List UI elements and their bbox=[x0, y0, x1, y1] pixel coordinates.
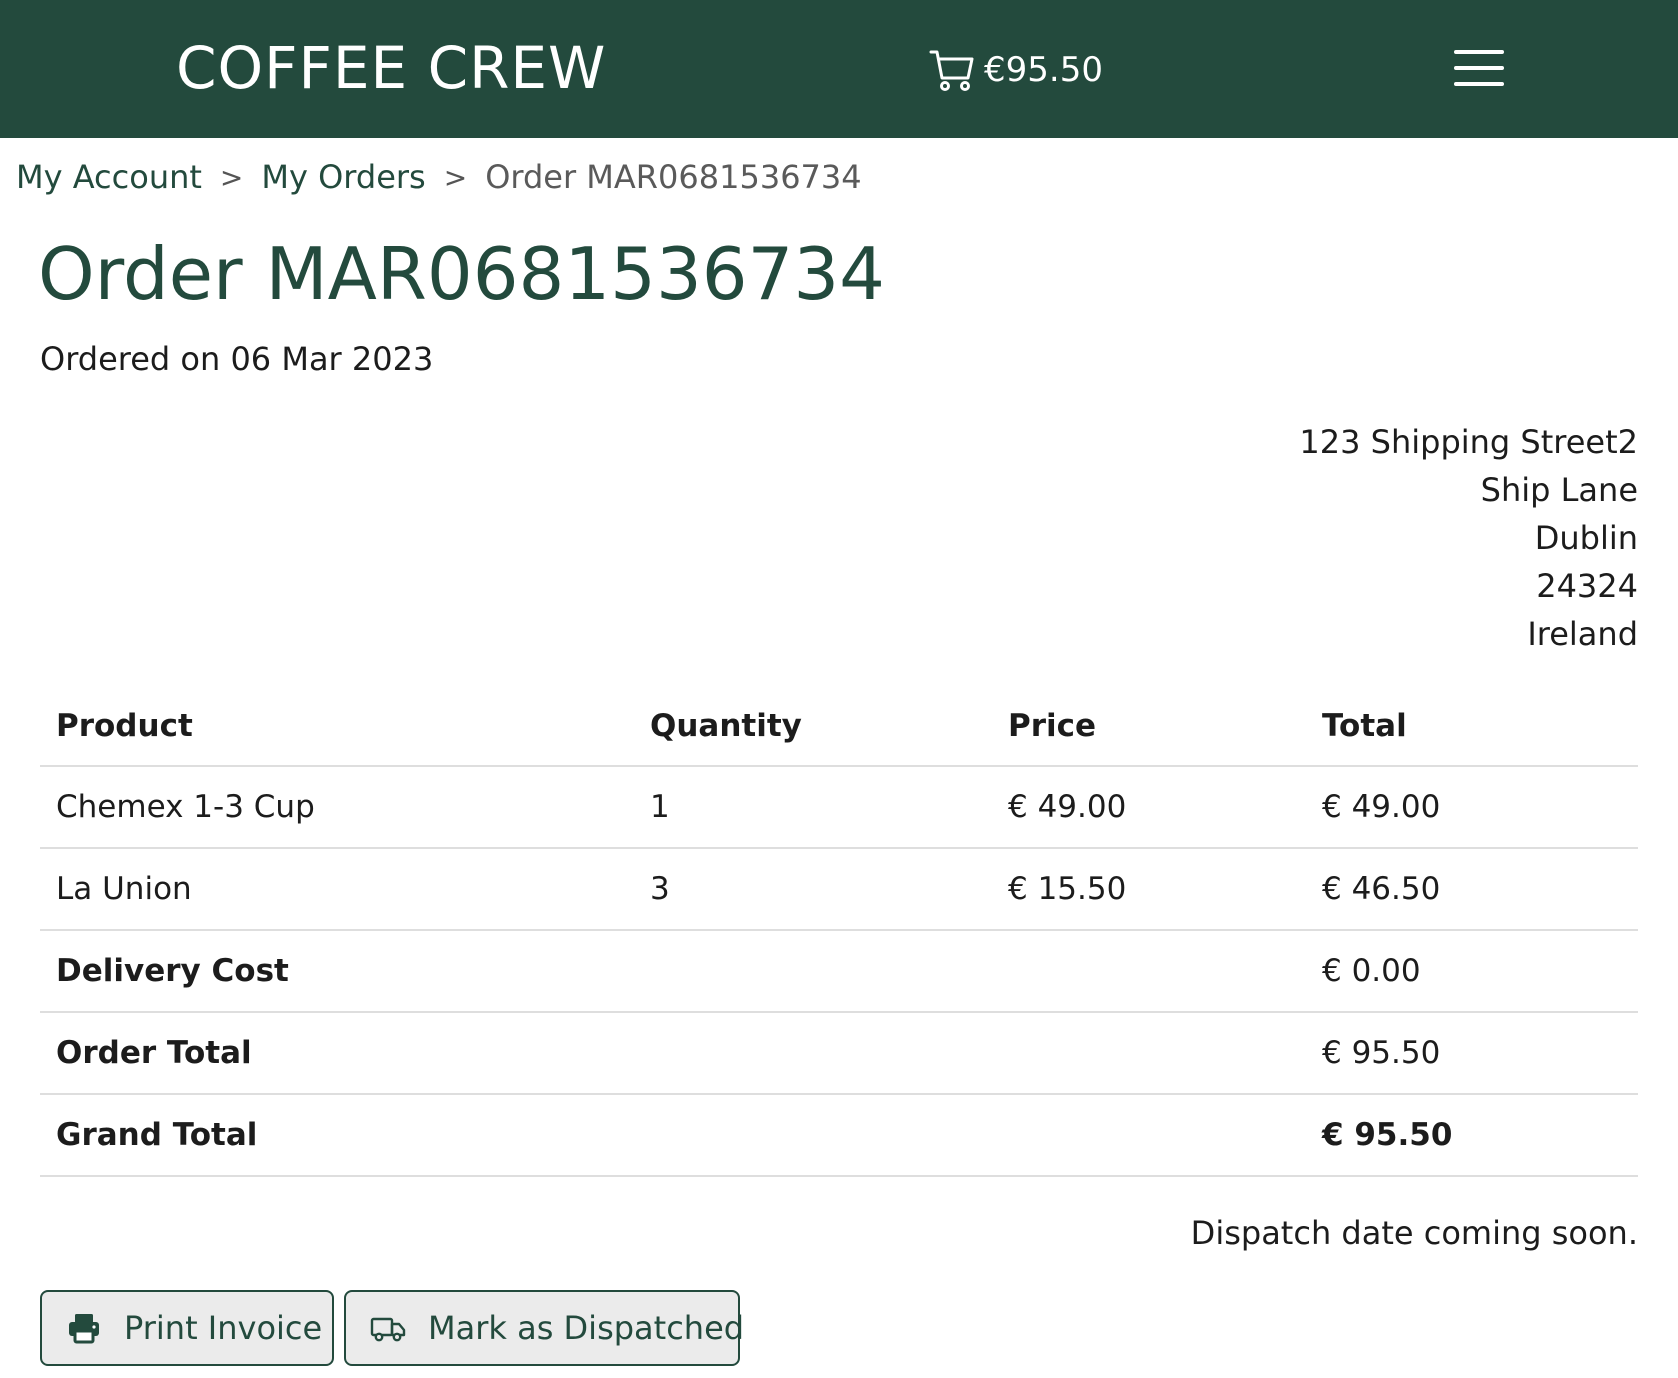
address-city: Dublin bbox=[1534, 519, 1638, 557]
dispatch-status-note: Dispatch date coming soon. bbox=[1190, 1214, 1638, 1252]
grand-total-value: € 95.50 bbox=[1306, 1094, 1638, 1177]
mark-as-dispatched-button[interactable]: Mark as Dispatched bbox=[344, 1290, 744, 1366]
cart-total: €95.50 bbox=[984, 50, 1103, 90]
order-total-value: € 95.50 bbox=[1306, 1012, 1638, 1095]
cell-quantity: 1 bbox=[634, 766, 992, 849]
breadcrumb: My Account > My Orders > Order MAR068153… bbox=[16, 158, 862, 196]
hamburger-menu-button[interactable] bbox=[1454, 48, 1506, 88]
order-total-label: Order Total bbox=[40, 1012, 634, 1095]
shipping-address: 123 Shipping Street2 Ship Lane Dublin 24… bbox=[1299, 418, 1638, 658]
column-header-quantity: Quantity bbox=[634, 686, 992, 767]
grand-total-label: Grand Total bbox=[40, 1094, 634, 1177]
order-total-row: Order Total € 95.50 bbox=[40, 1012, 1638, 1095]
cell-total: € 46.50 bbox=[1306, 848, 1638, 931]
order-date: Ordered on 06 Mar 2023 bbox=[40, 340, 434, 378]
top-navbar: COFFEE CREW €95.50 bbox=[0, 0, 1678, 138]
cart-button[interactable]: €95.50 bbox=[928, 46, 1103, 94]
delivery-cost-label: Delivery Cost bbox=[40, 930, 634, 1013]
delivery-cost-row: Delivery Cost € 0.00 bbox=[40, 930, 1638, 1013]
breadcrumb-separator: > bbox=[443, 160, 468, 194]
truck-icon bbox=[370, 1310, 406, 1346]
breadcrumb-separator: > bbox=[219, 160, 244, 194]
brand-logo-text[interactable]: COFFEE CREW bbox=[176, 34, 606, 102]
page-title: Order MAR0681536734 bbox=[38, 232, 885, 316]
cart-icon bbox=[928, 46, 976, 94]
cell-price: € 49.00 bbox=[992, 766, 1306, 849]
delivery-cost-value: € 0.00 bbox=[1306, 930, 1638, 1013]
cell-quantity: 3 bbox=[634, 848, 992, 931]
grand-total-row: Grand Total € 95.50 bbox=[40, 1094, 1638, 1177]
cell-price: € 15.50 bbox=[992, 848, 1306, 931]
breadcrumb-my-account[interactable]: My Account bbox=[16, 158, 202, 196]
cell-product: La Union bbox=[40, 848, 634, 931]
print-invoice-button[interactable]: Print Invoice bbox=[40, 1290, 334, 1366]
table-row: La Union 3 € 15.50 € 46.50 bbox=[40, 848, 1638, 931]
cell-product: Chemex 1-3 Cup bbox=[40, 766, 634, 849]
address-country: Ireland bbox=[1527, 615, 1638, 653]
hamburger-menu-icon bbox=[1454, 50, 1504, 54]
address-line-1: 123 Shipping Street2 bbox=[1299, 423, 1638, 461]
order-items-table: Product Quantity Price Total Chemex 1-3 … bbox=[40, 686, 1638, 1177]
address-line-2: Ship Lane bbox=[1480, 471, 1638, 509]
address-postcode: 24324 bbox=[1536, 567, 1638, 605]
column-header-product: Product bbox=[40, 686, 634, 767]
column-header-price: Price bbox=[992, 686, 1306, 767]
breadcrumb-my-orders[interactable]: My Orders bbox=[261, 158, 425, 196]
print-invoice-label: Print Invoice bbox=[124, 1309, 323, 1347]
mark-as-dispatched-label: Mark as Dispatched bbox=[428, 1309, 745, 1347]
column-header-total: Total bbox=[1306, 686, 1638, 767]
table-header-row: Product Quantity Price Total bbox=[40, 686, 1638, 767]
breadcrumb-current-order: Order MAR0681536734 bbox=[485, 158, 862, 196]
table-row: Chemex 1-3 Cup 1 € 49.00 € 49.00 bbox=[40, 766, 1638, 849]
cell-total: € 49.00 bbox=[1306, 766, 1638, 849]
printer-icon bbox=[66, 1310, 102, 1346]
